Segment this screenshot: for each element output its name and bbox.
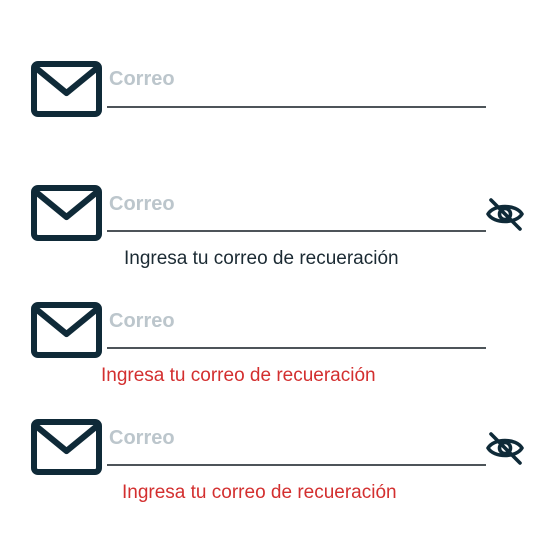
email-error-text: Ingresa tu correo de recueración bbox=[101, 365, 376, 386]
email-placeholder[interactable]: Correo bbox=[109, 67, 175, 91]
email-placeholder[interactable]: Correo bbox=[109, 309, 175, 333]
email-placeholder[interactable]: Correo bbox=[109, 426, 175, 450]
eye-off-icon[interactable] bbox=[485, 196, 525, 232]
email-underline bbox=[107, 230, 486, 232]
email-underline bbox=[107, 464, 486, 466]
mail-icon bbox=[31, 419, 102, 475]
email-placeholder[interactable]: Correo bbox=[109, 192, 175, 216]
email-underline bbox=[107, 106, 486, 108]
email-underline bbox=[107, 347, 486, 349]
email-error-text: Ingresa tu correo de recueración bbox=[122, 482, 397, 503]
mail-icon bbox=[31, 302, 102, 358]
email-helper-text: Ingresa tu correo de recueración bbox=[124, 248, 399, 269]
mail-icon bbox=[31, 61, 102, 117]
eye-off-icon[interactable] bbox=[485, 430, 525, 466]
mail-icon bbox=[31, 185, 102, 241]
